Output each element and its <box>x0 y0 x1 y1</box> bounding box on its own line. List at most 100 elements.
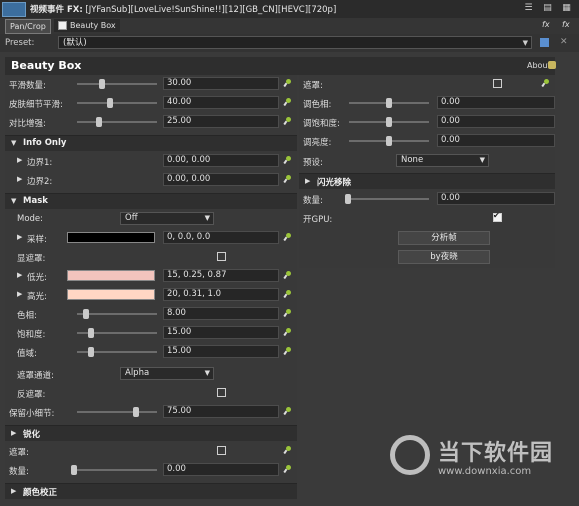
tab-pan-crop[interactable]: Pan/Crop <box>5 19 51 34</box>
slider-thumb[interactable] <box>83 309 89 319</box>
keyframe-icon[interactable] <box>284 347 293 356</box>
gpu-checkbox[interactable] <box>493 211 502 222</box>
keep-detail-slider[interactable] <box>77 407 157 417</box>
skin-detail-slider[interactable] <box>77 98 157 108</box>
show-mask-checkbox[interactable] <box>217 252 226 261</box>
low-light-value[interactable]: 15, 0.25, 0.87 <box>163 269 279 282</box>
fx-plugin-icon[interactable]: fx <box>542 20 550 29</box>
bound2-label: 边界2: <box>27 177 53 187</box>
range-slider[interactable] <box>77 347 157 357</box>
saturation-slider[interactable] <box>77 328 157 338</box>
section-sharpen[interactable]: ▶ 锐化 <box>5 425 297 441</box>
slider-thumb[interactable] <box>386 136 392 146</box>
high-light-value[interactable]: 20, 0.31, 1.0 <box>163 288 279 301</box>
slider-thumb[interactable] <box>96 117 102 127</box>
expand-triangle-icon[interactable]: ▶ <box>17 175 22 183</box>
mask-mode-select[interactable]: Off ▼ <box>120 212 214 225</box>
keyframe-icon[interactable] <box>284 465 293 474</box>
sample-value[interactable]: 0, 0.0, 0.0 <box>163 231 279 244</box>
fx-remove-icon[interactable]: fx <box>562 20 570 29</box>
skin-detail-value[interactable]: 40.00 <box>163 96 279 109</box>
range-value[interactable]: 15.00 <box>163 345 279 358</box>
keyframe-icon[interactable] <box>284 290 293 299</box>
save-preset-icon[interactable] <box>540 38 549 47</box>
sample-color-swatch[interactable] <box>67 232 155 243</box>
adjust-hue-slider[interactable] <box>349 98 429 108</box>
section-mask[interactable]: ▼ Mask <box>5 193 297 209</box>
low-light-color-swatch[interactable] <box>67 270 155 281</box>
adjust-saturation-slider[interactable] <box>349 117 429 127</box>
keyframe-icon[interactable] <box>284 98 293 107</box>
chevron-down-icon: ▼ <box>204 214 210 222</box>
range-label: 值域: <box>17 349 37 359</box>
slider-thumb[interactable] <box>107 98 113 108</box>
slider-thumb[interactable] <box>88 347 94 357</box>
keyframe-icon[interactable] <box>284 446 293 455</box>
color-preset-select[interactable]: None ▼ <box>396 154 489 167</box>
high-light-color-swatch[interactable] <box>67 289 155 300</box>
adjust-brightness-value[interactable]: 0.00 <box>437 134 555 147</box>
sharpen-amount-slider[interactable] <box>71 465 157 475</box>
smooth-amount-slider[interactable] <box>77 79 157 89</box>
keyframe-icon[interactable] <box>284 156 293 165</box>
keyframe-icon[interactable] <box>284 175 293 184</box>
keyframe-icon[interactable] <box>284 309 293 318</box>
smooth-amount-value[interactable]: 30.00 <box>163 77 279 90</box>
section-info-only[interactable]: ▼ Info Only <box>5 135 297 151</box>
saturation-value[interactable]: 15.00 <box>163 326 279 339</box>
slider-thumb[interactable] <box>133 407 139 417</box>
slider-thumb[interactable] <box>345 194 351 204</box>
bound1-value[interactable]: 0.00, 0.00 <box>163 154 279 167</box>
contrast-row: 对比增强: 25.00 <box>5 113 297 131</box>
section-color-correct[interactable]: ▶ 颜色校正 <box>5 483 297 499</box>
flash-amount-slider[interactable] <box>345 194 429 204</box>
plugin-title: Beauty Box <box>11 59 82 72</box>
watermark-logo-icon <box>390 435 430 475</box>
contrast-slider[interactable] <box>77 117 157 127</box>
slider-thumb[interactable] <box>99 79 105 89</box>
tab-beauty-box[interactable]: Beauty Box <box>54 19 120 32</box>
slider-thumb[interactable] <box>88 328 94 338</box>
grid-view-icon[interactable]: ▤ <box>542 3 553 14</box>
keyframe-icon[interactable] <box>284 79 293 88</box>
by-yexiao-button[interactable]: by夜晓 <box>398 250 490 264</box>
section-flash-removal[interactable]: ▶ 闪光移除 <box>299 173 555 189</box>
sample-label: 采样: <box>27 235 47 245</box>
contrast-value[interactable]: 25.00 <box>163 115 279 128</box>
color-preset-label: 预设: <box>303 158 323 168</box>
delete-preset-icon[interactable]: ✕ <box>560 37 568 47</box>
adjust-hue-label: 调色相: <box>303 100 332 110</box>
keyframe-icon[interactable] <box>284 328 293 337</box>
invert-mask-checkbox[interactable] <box>217 388 226 397</box>
keep-detail-value[interactable]: 75.00 <box>163 405 279 418</box>
expand-triangle-icon[interactable]: ▶ <box>17 233 22 241</box>
keyframe-icon[interactable] <box>284 271 293 280</box>
expand-triangle-icon[interactable]: ▶ <box>17 156 22 164</box>
right-mask-checkbox[interactable] <box>493 79 502 88</box>
adjust-saturation-value[interactable]: 0.00 <box>437 115 555 128</box>
keyframe-icon[interactable] <box>284 117 293 126</box>
flash-amount-value[interactable]: 0.00 <box>437 192 555 205</box>
keyframe-icon[interactable] <box>542 79 551 88</box>
hue-value[interactable]: 8.00 <box>163 307 279 320</box>
sharpen-amount-value[interactable]: 0.00 <box>163 463 279 476</box>
slider-thumb[interactable] <box>386 117 392 127</box>
list-view-icon[interactable]: ☰ <box>523 3 534 14</box>
plugin-options-icon[interactable] <box>548 61 556 69</box>
analyze-frame-button[interactable]: 分析帧 <box>398 231 490 245</box>
keyframe-icon[interactable] <box>284 233 293 242</box>
slider-thumb[interactable] <box>71 465 77 475</box>
keyframe-icon[interactable] <box>284 407 293 416</box>
hue-slider[interactable] <box>77 309 157 319</box>
adjust-brightness-slider[interactable] <box>349 136 429 146</box>
preset-select[interactable]: (默认) ▼ <box>58 36 532 49</box>
adjust-hue-value[interactable]: 0.00 <box>437 96 555 109</box>
enable-checkbox[interactable] <box>58 21 67 30</box>
expand-triangle-icon[interactable]: ▶ <box>17 271 22 279</box>
bound2-value[interactable]: 0.00, 0.00 <box>163 173 279 186</box>
chain-view-icon[interactable]: ▦ <box>561 3 572 14</box>
mask-channel-select[interactable]: Alpha ▼ <box>120 367 214 380</box>
slider-thumb[interactable] <box>386 98 392 108</box>
expand-triangle-icon[interactable]: ▶ <box>17 290 22 298</box>
sharpen-mask-checkbox[interactable] <box>217 446 226 455</box>
